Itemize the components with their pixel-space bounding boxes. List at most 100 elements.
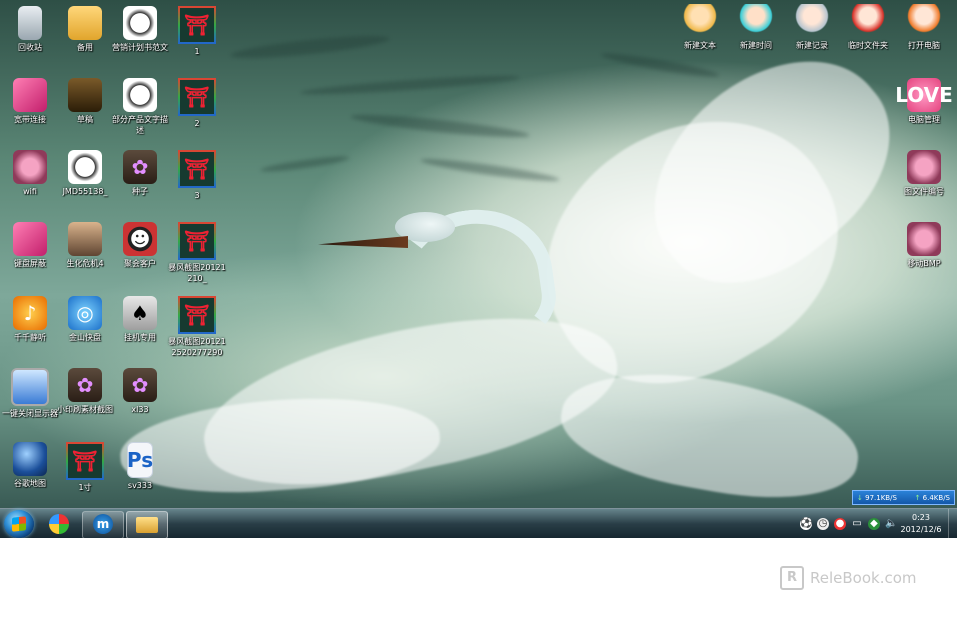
qq-icon[interactable]: ● xyxy=(834,518,846,530)
desktop-icon-broadband[interactable]: 宽带连接 xyxy=(0,78,60,125)
desktop-icon-new-time[interactable]: 新建时间 xyxy=(726,4,786,51)
taskbar-clock[interactable]: 0:23 2012/12/6 xyxy=(897,512,945,536)
upload-speed-value: 6.4KB/S xyxy=(922,494,950,502)
desktop-icon-1[interactable]: ⛩ 1 xyxy=(167,6,227,57)
desktop-icon-3[interactable]: ⛩ 3 xyxy=(167,150,227,201)
desktop-icon-draft[interactable]: 草稿 xyxy=(55,78,115,125)
clock-date: 2012/12/6 xyxy=(900,525,942,534)
watermark-text: ReleBook.com xyxy=(810,569,917,587)
goggle-icon xyxy=(13,150,47,184)
desktop-icon-recycle-bin[interactable]: 回收站 xyxy=(0,6,60,53)
girl-avatar-icon xyxy=(795,4,829,38)
goggle-icon xyxy=(907,222,941,256)
stamp-icon: ⛩ xyxy=(178,222,216,260)
desktop-icon-kuaipan[interactable]: ◎ 金山快盘 xyxy=(55,296,115,343)
stamp-icon: ⛩ xyxy=(178,6,216,44)
file-explorer-icon xyxy=(136,517,158,533)
desktop-icon-product-text[interactable]: 部分产品文字描述 xyxy=(110,78,170,136)
desktop-icon-sv333[interactable]: Ps sv333 xyxy=(110,442,170,491)
desktop-icon-screenshot-1210[interactable]: ⛩ 暴风截图20121210_ xyxy=(167,222,227,284)
cloud-disk-icon: ◎ xyxy=(68,296,102,330)
desktop-wallpaper: 回收站 宽带连接 wifi 键盘屏蔽 ♪ 千千静听 一键关闭显示器 谷歌地图 备… xyxy=(0,0,957,538)
security-shield-icon[interactable]: ◆ xyxy=(868,518,880,530)
desktop-icon-party-clients[interactable]: ☻ 聚会客户 xyxy=(110,222,170,269)
cow-icon: ☻ xyxy=(123,222,157,256)
start-button[interactable] xyxy=(4,510,34,538)
desktop-icon-xl33[interactable]: ✿ xl33 xyxy=(110,368,170,415)
wallpaper-wave xyxy=(419,155,561,185)
show-desktop-button[interactable] xyxy=(948,509,957,538)
clock-app-icon[interactable]: ◷ xyxy=(817,518,829,530)
desktop-icon-file-numbering[interactable]: 图文件编号 xyxy=(894,150,954,197)
recycle-bin-icon xyxy=(18,6,42,40)
desktop-icon-computer-management[interactable]: LOVE 电脑管理 xyxy=(894,78,954,125)
desktop-icon-print-material[interactable]: ✿ 小印刷素材截图 xyxy=(55,368,115,415)
download-speed: ↓ 97.1KB/S xyxy=(857,491,897,504)
wallpaper-wave xyxy=(229,31,391,63)
broadband-icon xyxy=(13,78,47,112)
taskbar-maxthon-browser[interactable]: m xyxy=(82,511,124,538)
desktop-icon-idle-only[interactable]: ♠ 挂机专用 xyxy=(110,296,170,343)
desktop-icon-resident-evil[interactable]: 生化危机4 xyxy=(55,222,115,269)
music-player-icon: ♪ xyxy=(13,296,47,330)
desktop-icon-keyboard-block[interactable]: 键盘屏蔽 xyxy=(0,222,60,269)
wallpaper-wave xyxy=(349,110,531,142)
pinwheel-app-icon xyxy=(49,514,69,534)
clock-time: 0:23 xyxy=(912,513,930,522)
download-arrow-icon: ↓ xyxy=(857,494,863,502)
desktop-icon-jmd[interactable]: JMD55138_ xyxy=(55,150,115,197)
lotus-folder-icon: ✿ xyxy=(123,150,157,184)
desktop-icon-move-bmp[interactable]: 移动BMP xyxy=(894,222,954,269)
desktop-icon-new-text[interactable]: 新建文本 xyxy=(670,4,730,51)
stamp-icon: ⛩ xyxy=(66,442,104,480)
monitor-icon xyxy=(11,368,49,406)
cards-icon: ♠ xyxy=(123,296,157,330)
watermark: R ReleBook.com xyxy=(780,566,917,590)
love-heart-icon: LOVE xyxy=(895,78,953,112)
soccer-ball-icon[interactable]: ⚽ xyxy=(800,518,812,530)
windows-logo-icon xyxy=(12,516,26,532)
photoshop-file-icon: Ps xyxy=(127,442,153,478)
network-icon[interactable]: ▭ xyxy=(851,518,863,530)
earth-icon xyxy=(13,442,47,476)
dog-icon xyxy=(123,6,157,40)
folder-icon xyxy=(68,6,102,40)
network-speed-widget[interactable]: ↓ 97.1KB/S ↑ 6.4KB/S xyxy=(852,490,955,505)
wallpaper-wave xyxy=(259,153,351,175)
desktop-icon-new-record[interactable]: 新建记录 xyxy=(782,4,842,51)
download-speed-value: 97.1KB/S xyxy=(865,494,897,502)
desktop-icon-marketing-plan[interactable]: 营销计划书范文 xyxy=(110,6,170,53)
wallpaper-wave xyxy=(299,72,521,98)
desktop-icon-monitor-off[interactable]: 一键关闭显示器 xyxy=(0,368,60,419)
dog-icon xyxy=(68,150,102,184)
taskbar-pinwheel-app[interactable] xyxy=(46,511,72,537)
desktop-icon-ttplayer[interactable]: ♪ 千千静听 xyxy=(0,296,60,343)
taskbar-file-explorer[interactable] xyxy=(126,511,168,538)
upload-speed: ↑ 6.4KB/S xyxy=(915,491,950,504)
girl-avatar-icon xyxy=(683,4,717,38)
desktop-icon-screenshot-1212[interactable]: ⛩ 暴风截图201212520277290 xyxy=(167,296,227,358)
volume-icon[interactable]: 🔈 xyxy=(885,518,897,530)
pink-cube-icon xyxy=(13,222,47,256)
desktop-icon-seeds[interactable]: ✿ 种子 xyxy=(110,150,170,197)
system-tray: ⚽ ◷ ● ▭ ◆ 🔈 xyxy=(800,515,897,533)
egret-beak xyxy=(318,236,408,248)
girl-avatar-icon xyxy=(851,4,885,38)
lotus-folder-icon: ✿ xyxy=(123,368,157,402)
lotus-folder-icon: ✿ xyxy=(68,368,102,402)
stamp-icon: ⛩ xyxy=(178,296,216,334)
desktop-icon-google-earth[interactable]: 谷歌地图 xyxy=(0,442,60,489)
desktop-icon-wifi[interactable]: wifi xyxy=(0,150,60,197)
stamp-icon: ⛩ xyxy=(178,78,216,116)
desktop-icon-1-inch[interactable]: ⛩ 1寸 xyxy=(55,442,115,493)
girl-avatar-icon xyxy=(907,4,941,38)
wallpaper-wave xyxy=(600,49,720,81)
desktop-icon-temp-folder[interactable]: 临时文件夹 xyxy=(838,4,898,51)
relebook-logo-icon: R xyxy=(780,566,804,590)
dog-icon xyxy=(123,78,157,112)
desktop-icon-2[interactable]: ⛩ 2 xyxy=(167,78,227,129)
desktop-icon-backup[interactable]: 备用 xyxy=(55,6,115,53)
desktop-icon-open-computer[interactable]: 打开电脑 xyxy=(894,4,954,51)
game-face-icon xyxy=(68,222,102,256)
girl-avatar-icon xyxy=(739,4,773,38)
